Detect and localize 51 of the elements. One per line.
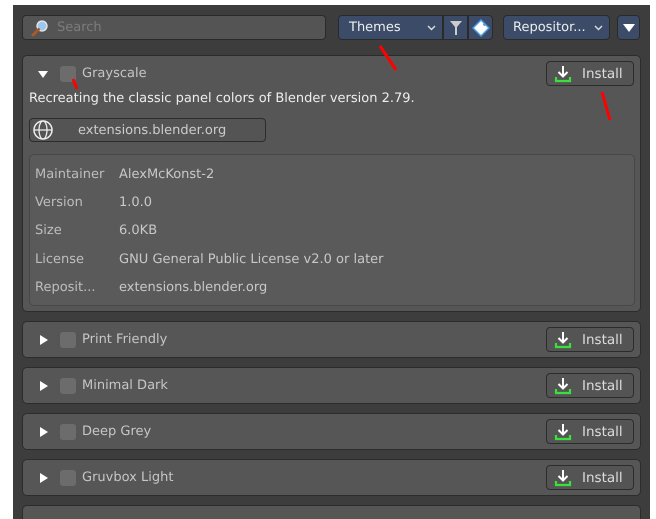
globe-icon — [32, 119, 54, 141]
expand-toggle[interactable] — [37, 380, 49, 392]
download-icon — [554, 468, 572, 487]
annotation-mark — [378, 44, 398, 72]
annotation-mark — [600, 90, 612, 122]
detail-label: License — [35, 252, 86, 267]
repository-dropdown[interactable]: Repositor... — [503, 15, 610, 40]
expand-toggle[interactable] — [37, 426, 49, 438]
tag-button[interactable] — [468, 15, 493, 40]
expand-triangle-icon — [37, 472, 49, 484]
filter-icon — [448, 20, 462, 36]
detail-value: extensions.blender.org — [119, 280, 268, 295]
category-dropdown[interactable]: Themes — [338, 15, 443, 40]
expand-triangle-icon — [37, 426, 49, 438]
checkbox[interactable] — [60, 66, 76, 82]
detail-value: AlexMcKonst-2 — [119, 166, 214, 182]
filter-button[interactable] — [443, 15, 468, 40]
chevron-icon — [594, 24, 603, 30]
extension-name: Gruvbox Light — [82, 470, 174, 486]
website-link-button[interactable]: extensions.blender.org — [29, 118, 266, 142]
detail-value: 6.0KB — [119, 223, 158, 238]
expand-triangle-icon — [37, 380, 49, 392]
expand-toggle[interactable] — [37, 472, 49, 484]
extension-description: Recreating the classic panel colors of Blender version 2.79. — [29, 91, 415, 108]
search-icon — [31, 18, 49, 36]
menu-button[interactable] — [617, 15, 640, 40]
install-button[interactable]: Install — [546, 465, 634, 490]
extension-name: Print Friendly — [82, 332, 168, 348]
install-button[interactable]: Install — [546, 61, 634, 86]
expand-toggle[interactable] — [37, 334, 49, 346]
download-icon — [554, 376, 572, 395]
annotation-mark — [71, 78, 79, 90]
download-icon — [554, 422, 572, 441]
detail-label: Size — [35, 223, 63, 238]
install-button[interactable]: Install — [546, 373, 634, 398]
tag-icon — [472, 18, 490, 36]
download-icon — [554, 64, 572, 82]
download-icon — [554, 330, 572, 349]
detail-value: 1.0.0 — [119, 194, 152, 210]
chevron-icon — [427, 24, 436, 30]
install-button[interactable]: Install — [546, 327, 634, 352]
detail-label: Version — [35, 194, 84, 210]
detail-label: Reposit... — [35, 280, 97, 295]
install-button[interactable]: Install — [546, 419, 634, 444]
extension-name: Minimal Dark — [82, 378, 168, 394]
detail-value: GNU General Public License v2.0 or later — [119, 252, 384, 267]
expand-triangle-icon — [37, 334, 49, 346]
extension-name: Deep Grey — [82, 424, 152, 440]
extension-name: Grayscale — [82, 66, 147, 81]
detail-label: Maintainer — [35, 166, 106, 182]
down-triangle-icon — [622, 22, 634, 32]
